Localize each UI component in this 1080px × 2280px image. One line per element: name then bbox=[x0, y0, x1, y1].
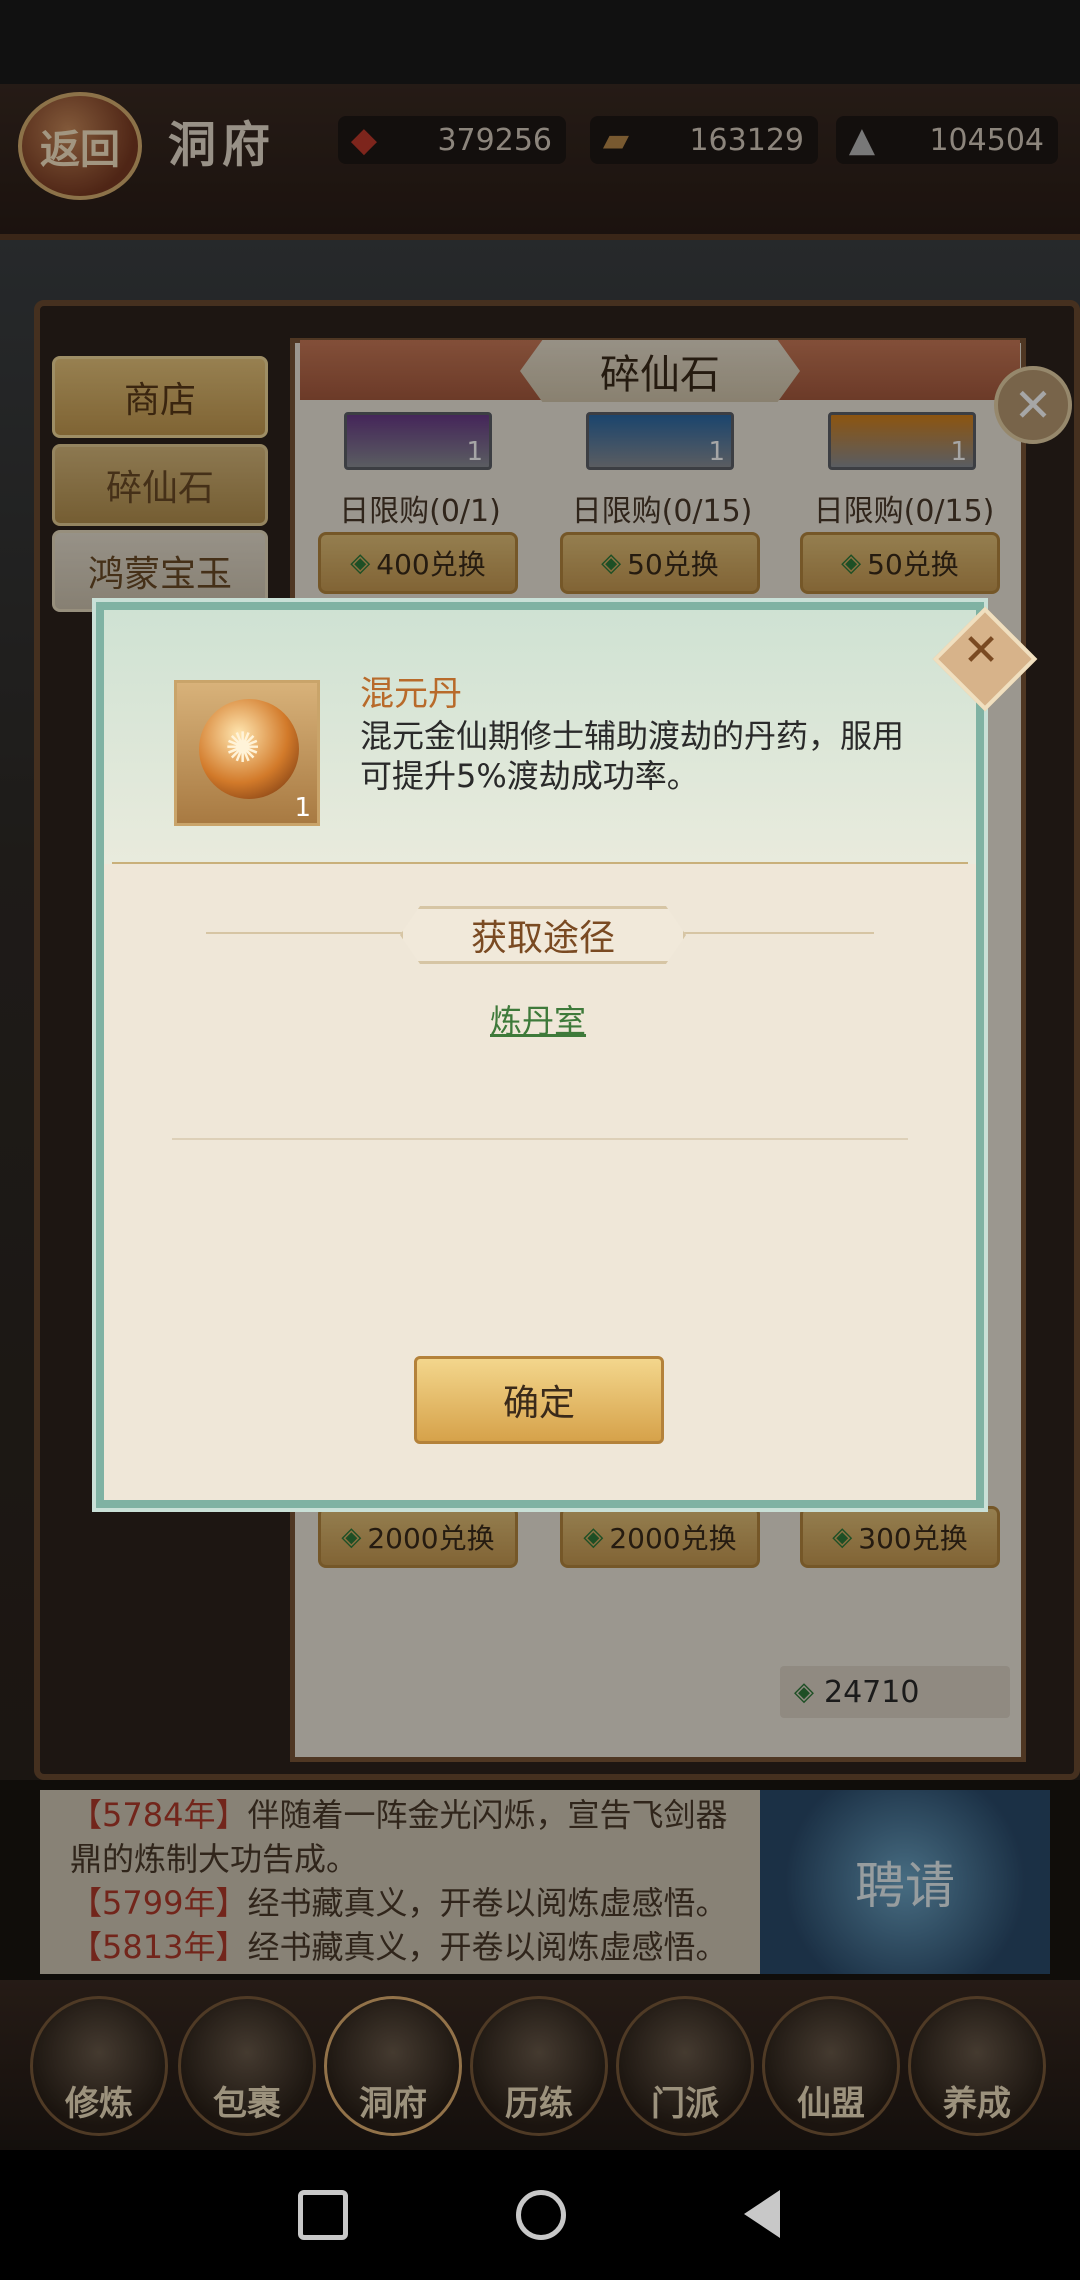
divider bbox=[172, 1138, 908, 1140]
divider bbox=[206, 932, 406, 934]
home-icon[interactable] bbox=[516, 2190, 566, 2240]
pill-icon: ✺ 1 bbox=[174, 680, 320, 826]
source-link[interactable]: 炼丹室 bbox=[490, 996, 586, 1042]
item-qty: 1 bbox=[294, 793, 311, 823]
item-name: 混元丹 bbox=[360, 674, 462, 714]
recent-apps-icon[interactable] bbox=[298, 2190, 348, 2240]
divider bbox=[112, 862, 968, 864]
divider bbox=[674, 932, 874, 934]
close-icon[interactable]: ✕ bbox=[954, 620, 1008, 680]
swirl-icon: ✺ bbox=[225, 723, 261, 772]
source-title: 获取途径 bbox=[400, 906, 686, 964]
item-description: 混元金仙期修士辅助渡劫的丹药，服用可提升5%渡劫成功率。 bbox=[360, 717, 905, 795]
confirm-button[interactable]: 确定 bbox=[414, 1356, 664, 1444]
back-icon[interactable] bbox=[744, 2190, 780, 2238]
